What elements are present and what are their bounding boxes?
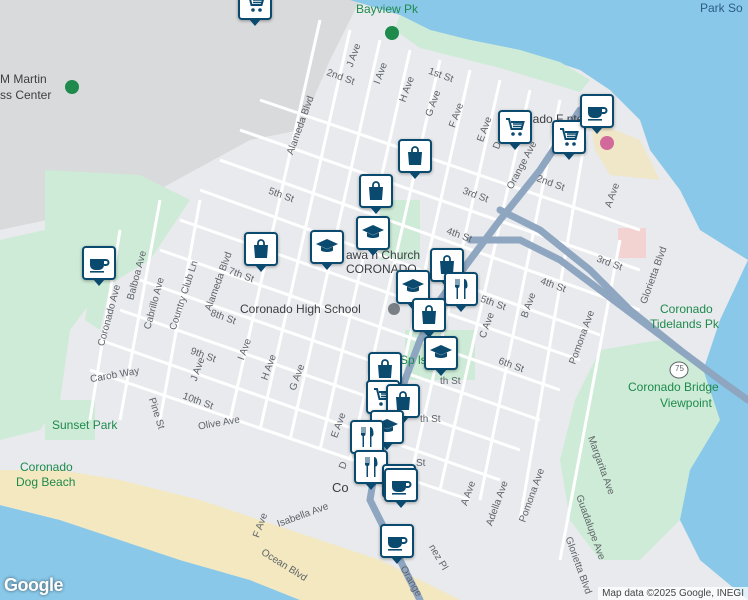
street-st-near-orange: St (416, 458, 426, 469)
coffee-cup-icon (588, 107, 608, 121)
label-sunset-park: Sunset Park (52, 418, 118, 432)
graduation-cap-icon (430, 345, 452, 358)
map-attribution[interactable]: Map data ©2025 Google, INEGI (598, 587, 748, 600)
google-logo: Google (4, 575, 64, 595)
shopping-bag-icon (408, 146, 422, 165)
label-bridge-viewpoint-1: Coronado Bridge (628, 380, 719, 394)
label-tidelands-1: Coronado (660, 302, 713, 316)
shopping-bag-icon (369, 181, 383, 200)
map-marker-shopping-bag[interactable] (244, 232, 278, 272)
shopping-bag-icon (254, 239, 268, 258)
label-bridge-viewpoint-2: Viewpoint (660, 396, 712, 410)
map-marker-coffee-cup[interactable] (580, 94, 614, 134)
label-bayview-pk: Bayview Pk (356, 2, 419, 16)
label-church-1: awa n Church (346, 248, 421, 262)
label-park-so: Park So (700, 1, 743, 15)
fork-knife-icon (360, 427, 374, 447)
map-marker-shopping-bag[interactable] (359, 174, 393, 214)
label-tidelands-2: Tidelands Pk (650, 317, 719, 331)
map-marker-coffee-cup[interactable] (82, 246, 116, 286)
map-canvas[interactable]: Bayview Pk Park So M Martin ss Center Co… (0, 0, 748, 600)
label-coronado-town: Co (332, 480, 349, 495)
label-dog-beach-1: Coronado (20, 460, 73, 474)
graduation-cap-icon (316, 239, 338, 252)
label-route-75: 75 (675, 364, 684, 373)
label-coronado-high-school: Coronado High School (240, 302, 361, 316)
map-marker-shopping-cart[interactable] (498, 110, 532, 150)
fork-knife-icon (454, 279, 468, 299)
map-marker-graduation-cap[interactable] (356, 216, 390, 256)
shopping-cart-icon (506, 118, 525, 136)
map-marker-coffee-cup[interactable] (380, 524, 414, 564)
map-marker-graduation-cap[interactable] (424, 336, 458, 376)
map-marker-shopping-bag[interactable] (398, 139, 432, 179)
map-marker-shopping-cart[interactable] (238, 0, 272, 26)
shopping-cart-icon (560, 128, 579, 146)
street-th-st-center: th St (440, 376, 461, 387)
coffee-cup-icon (392, 481, 412, 495)
graduation-cap-icon (402, 279, 424, 292)
street-th-st-center2: th St (420, 414, 441, 425)
map-marker-fork-knife[interactable] (444, 272, 478, 312)
label-martin-center-1: M Martin (0, 72, 47, 86)
label-martin-center-2: ss Center (0, 88, 52, 102)
shopping-bag-icon (378, 359, 392, 378)
map-marker-fork-knife[interactable] (350, 420, 384, 460)
map-marker-shopping-bag[interactable] (412, 298, 446, 338)
coffee-cup-icon (90, 259, 110, 273)
shopping-bag-icon (422, 305, 436, 324)
label-dog-beach-2: Dog Beach (16, 475, 76, 489)
coffee-cup-icon (388, 537, 408, 551)
shopping-cart-icon (249, 0, 264, 12)
map-marker-graduation-cap[interactable] (310, 230, 344, 270)
map-marker-coffee-cup[interactable] (384, 468, 418, 508)
graduation-cap-icon (362, 225, 384, 238)
fork-knife-icon (364, 457, 378, 477)
